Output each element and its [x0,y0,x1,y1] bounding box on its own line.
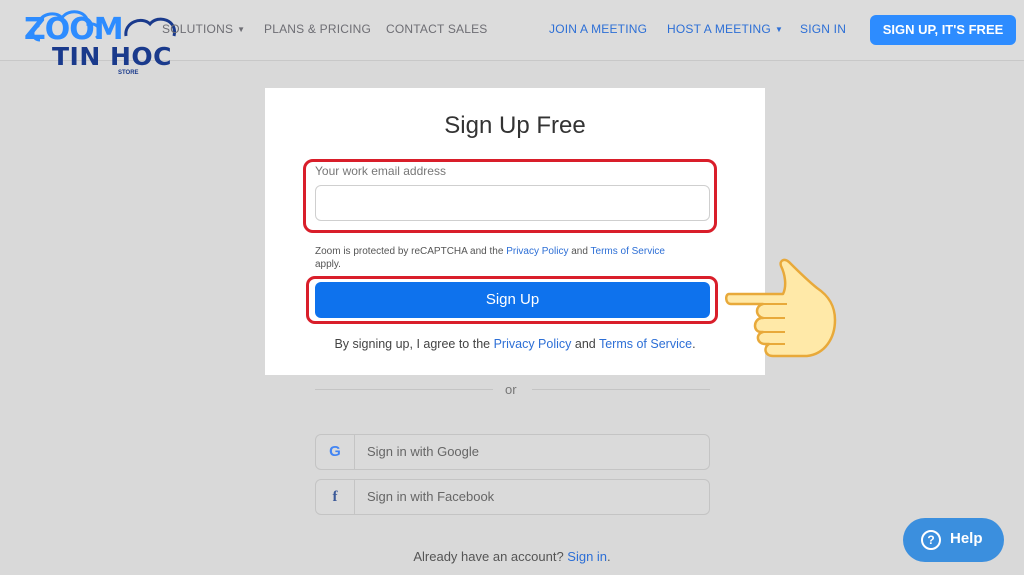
nav-contact-sales[interactable]: CONTACT SALES [386,22,488,36]
divider-left [315,389,493,390]
agree-and-text: and [571,337,599,351]
recaptcha-notice: Zoom is protected by reCAPTCHA and the P… [315,245,675,271]
nav-solutions-label: SOLUTIONS [162,22,234,36]
help-label: Help [950,530,983,547]
signup-button[interactable]: Sign Up [315,282,710,318]
nav-solutions[interactable]: SOLUTIONS ▼ [162,22,245,36]
facebook-icon: f [316,480,355,514]
terms-of-service-link[interactable]: Terms of Service [599,337,692,351]
zoom-tinhoc-logo[interactable]: ZOOM TIN HOC STORE [22,4,182,80]
page-title: Sign Up Free [444,112,586,139]
terms-agreement: By signing up, I agree to the Privacy Po… [265,337,765,351]
signup-card: Sign Up Free Your work email address Zoo… [265,88,765,375]
google-signin-label: Sign in with Google [367,444,480,459]
footer-period: . [607,549,611,564]
agree-period: . [692,337,696,351]
email-field[interactable] [315,185,710,221]
chevron-down-icon: ▼ [237,25,246,34]
logo-store-text: STORE [118,70,139,76]
facebook-signin-label: Sign in with Facebook [367,489,495,504]
pointing-hand-icon [725,258,837,358]
top-navigation-bar: ZOOM TIN HOC STORE SOLUTIONS ▼ PLANS & PR… [0,0,1024,76]
google-icon: G [316,435,355,469]
nav-sign-in[interactable]: SIGN IN [800,22,846,36]
already-account-label: Already have an account? [413,549,568,564]
already-account-text: Already have an account? Sign in. [0,549,1024,564]
email-label: Your work email address [315,164,446,178]
nav-host-meeting[interactable]: HOST A MEETING ▼ [667,22,783,36]
logo-tinhoc-text: TIN HOC [52,42,173,71]
agree-text: By signing up, I agree to the [334,337,494,351]
recaptcha-privacy-link[interactable]: Privacy Policy [506,246,568,257]
nav-plans-pricing[interactable]: PLANS & PRICING [264,22,371,36]
recaptcha-terms-link[interactable]: Terms of Service [591,246,665,257]
help-icon: ? [921,530,941,550]
help-button[interactable]: ? Help [903,518,1004,562]
or-divider-text: or [505,382,517,397]
signup-free-button[interactable]: SIGN UP, IT'S FREE [870,15,1016,45]
recaptcha-text: Zoom is protected by reCAPTCHA and the [315,246,507,257]
recaptcha-and-text: and [568,246,591,257]
footer-sign-in-link[interactable]: Sign in [567,549,607,564]
nav-join-meeting[interactable]: JOIN A MEETING [549,22,647,36]
facebook-signin-button[interactable]: f Sign in with Facebook [315,479,710,515]
privacy-policy-link[interactable]: Privacy Policy [494,337,572,351]
nav-host-label: HOST A MEETING [667,22,771,36]
chevron-down-icon: ▼ [774,25,784,34]
facebook-icon-glyph: f [332,489,338,505]
google-icon-glyph: G [329,443,341,460]
divider-right [532,389,710,390]
google-signin-button[interactable]: G Sign in with Google [315,434,710,470]
recaptcha-apply-text: apply. [315,259,341,270]
